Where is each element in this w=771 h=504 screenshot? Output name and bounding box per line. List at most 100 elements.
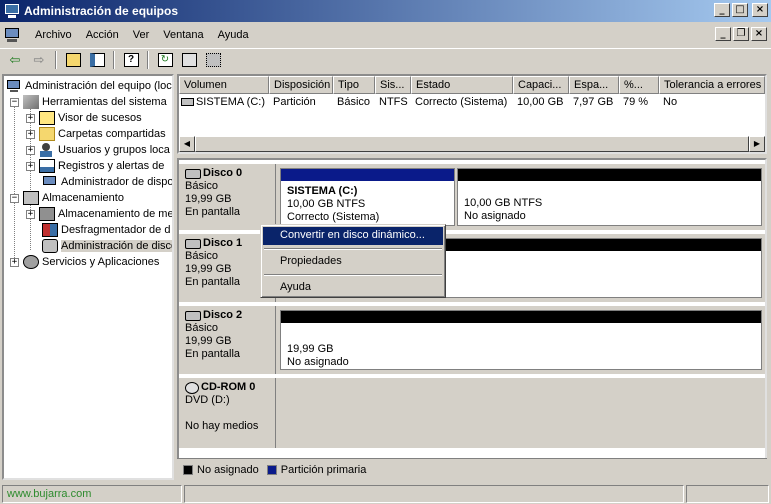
forward-arrow-icon[interactable]: ⇨ xyxy=(28,50,50,70)
tree-item-dispositivos[interactable]: Administrador de dispo xyxy=(42,174,172,190)
window-title: Administración de equipos xyxy=(24,4,179,18)
col-capacidad[interactable]: Capaci... xyxy=(513,76,569,94)
computer-icon xyxy=(6,79,22,93)
partition-sistema[interactable]: SISTEMA (C:) 10,00 GB NTFS Correcto (Sis… xyxy=(280,168,455,226)
menu-item-convertir-dinamico[interactable]: Convertir en disco dinámico... xyxy=(263,227,443,245)
col-espacio-libre[interactable]: Espa... xyxy=(569,76,619,94)
scroll-left-icon[interactable]: ◀ xyxy=(179,136,195,152)
disk-row-cdrom[interactable]: CD-ROM 0 DVD (D:) No hay medios xyxy=(179,378,765,448)
tree-item-carpetas[interactable]: + Carpetas compartidas xyxy=(26,126,166,142)
disk-icon xyxy=(185,310,201,321)
table-row[interactable]: SISTEMA (C:) Partición Básico NTFS Corre… xyxy=(179,94,765,110)
legend-primary: Partición primaria xyxy=(280,463,367,476)
unallocated-swatch xyxy=(183,464,193,475)
col-porcentaje[interactable]: %... xyxy=(619,76,659,94)
statusbar: www.bujarra.com xyxy=(0,484,771,504)
tree-item-almacenamiento[interactable]: − Almacenamiento xyxy=(10,190,124,206)
expand-icon[interactable]: + xyxy=(26,113,35,123)
scroll-right-icon[interactable]: ▶ xyxy=(749,136,765,152)
defrag-icon xyxy=(42,223,58,237)
expand-icon[interactable]: + xyxy=(10,257,19,267)
disk-row-2[interactable]: Disco 2 Básico 19,99 GB En pantalla 19,9… xyxy=(179,306,765,374)
close-button[interactable]: × xyxy=(752,3,768,17)
context-menu: Convertir en disco dinámico... Propiedad… xyxy=(260,224,446,298)
menu-ayuda[interactable]: Ayuda xyxy=(211,27,256,43)
collapse-icon[interactable]: − xyxy=(10,97,19,107)
mdi-window-icon[interactable] xyxy=(4,27,22,43)
child-minimize-button[interactable]: _ xyxy=(715,27,731,41)
computer-management-icon xyxy=(4,4,20,18)
volume-list[interactable]: Volumen Disposición Tipo Sis... Estado C… xyxy=(177,74,767,154)
expand-icon[interactable]: + xyxy=(26,161,35,171)
menu-item-ayuda[interactable]: Ayuda xyxy=(263,279,443,297)
status-text: www.bujarra.com xyxy=(2,485,182,503)
col-tolerancia[interactable]: Tolerancia a errores xyxy=(659,76,765,94)
users-icon xyxy=(39,143,55,157)
event-viewer-icon xyxy=(39,111,55,125)
tree-item-administracion-discos[interactable]: Administración de disco xyxy=(42,238,172,254)
col-estado[interactable]: Estado xyxy=(411,76,513,94)
cdrom-icon xyxy=(185,381,199,394)
col-disposicion[interactable]: Disposición xyxy=(269,76,333,94)
menu-ventana[interactable]: Ventana xyxy=(156,27,210,43)
console-tree[interactable]: Administración del equipo (loca − Herram… xyxy=(2,74,174,480)
storage-icon xyxy=(23,191,39,205)
tree-root[interactable]: Administración del equipo (loca xyxy=(6,78,174,94)
disk-icon xyxy=(185,168,201,179)
disk-management-icon xyxy=(42,239,58,253)
menu-accion[interactable]: Acción xyxy=(79,27,126,43)
col-volumen[interactable]: Volumen xyxy=(179,76,269,94)
volume-list-header: Volumen Disposición Tipo Sis... Estado C… xyxy=(179,76,765,94)
settings-icon[interactable] xyxy=(202,50,224,70)
disk-label-2[interactable]: Disco 2 Básico 19,99 GB En pantalla xyxy=(179,306,276,374)
properties-icon[interactable] xyxy=(178,50,200,70)
tree-root-label: Administración del equipo (loca xyxy=(25,80,174,92)
tools-icon xyxy=(23,95,39,109)
up-folder-icon[interactable] xyxy=(62,50,84,70)
device-manager-icon xyxy=(42,175,58,189)
services-icon xyxy=(23,255,39,269)
status-panel-2 xyxy=(184,485,684,503)
menu-archivo[interactable]: Archivo xyxy=(28,27,79,43)
menubar: Archivo Acción Ver Ventana Ayuda _ ❐ × xyxy=(0,24,771,46)
tree-item-usuarios[interactable]: + Usuarios y grupos loca xyxy=(26,142,170,158)
partition-unallocated-0[interactable]: 10,00 GB NTFS No asignado xyxy=(457,168,762,226)
removable-storage-icon xyxy=(39,207,55,221)
disk-label-0[interactable]: Disco 0 Básico 19,99 GB En pantalla xyxy=(179,164,276,230)
disk-graphical-view: Disco 0 Básico 19,99 GB En pantalla SIST… xyxy=(177,158,767,480)
menu-item-propiedades[interactable]: Propiedades xyxy=(263,253,443,271)
expand-icon[interactable]: + xyxy=(26,145,35,155)
disk-row-0[interactable]: Disco 0 Básico 19,99 GB En pantalla SIST… xyxy=(179,164,765,230)
scroll-thumb[interactable] xyxy=(195,136,749,152)
tree-item-servicios[interactable]: + Servicios y Aplicaciones xyxy=(10,254,159,270)
tree-item-registros[interactable]: + Registros y alertas de xyxy=(26,158,164,174)
partition-unallocated-2[interactable]: 19,99 GB No asignado xyxy=(280,310,762,370)
collapse-icon[interactable]: − xyxy=(10,193,19,203)
window-titlebar[interactable]: Administración de equipos _ □ × xyxy=(0,0,771,22)
refresh-icon[interactable]: ↻ xyxy=(154,50,176,70)
horizontal-scrollbar[interactable]: ◀ ▶ xyxy=(179,136,765,152)
show-tree-icon[interactable] xyxy=(86,50,108,70)
tree-item-visor[interactable]: + Visor de sucesos xyxy=(26,110,142,126)
col-sistema-archivos[interactable]: Sis... xyxy=(375,76,411,94)
back-arrow-icon[interactable]: ⇦ xyxy=(4,50,26,70)
expand-icon[interactable]: + xyxy=(26,129,35,139)
tree-item-desfragmentador[interactable]: Desfragmentador de d xyxy=(42,222,170,238)
child-close-button[interactable]: × xyxy=(751,27,767,41)
help-icon[interactable]: ? xyxy=(120,50,142,70)
disk-icon xyxy=(185,238,201,249)
child-restore-button[interactable]: ❐ xyxy=(733,27,749,41)
expand-icon[interactable]: + xyxy=(26,209,35,219)
toolbar: ⇦ ⇨ ? ↻ xyxy=(0,48,771,70)
tree-item-herramientas[interactable]: − Herramientas del sistema xyxy=(10,94,167,110)
minimize-button[interactable]: _ xyxy=(714,3,730,17)
disk-label-cdrom[interactable]: CD-ROM 0 DVD (D:) No hay medios xyxy=(179,378,276,448)
tree-item-almacenamiento-medios[interactable]: + Almacenamiento de me xyxy=(26,206,172,222)
primary-partition-swatch xyxy=(266,464,277,475)
menu-ver[interactable]: Ver xyxy=(126,27,157,43)
status-panel-3 xyxy=(686,485,769,503)
maximize-button[interactable]: □ xyxy=(732,3,748,17)
col-tipo[interactable]: Tipo xyxy=(333,76,375,94)
legend: No asignado Partición primaria xyxy=(177,458,767,480)
shared-folder-icon xyxy=(39,127,55,141)
